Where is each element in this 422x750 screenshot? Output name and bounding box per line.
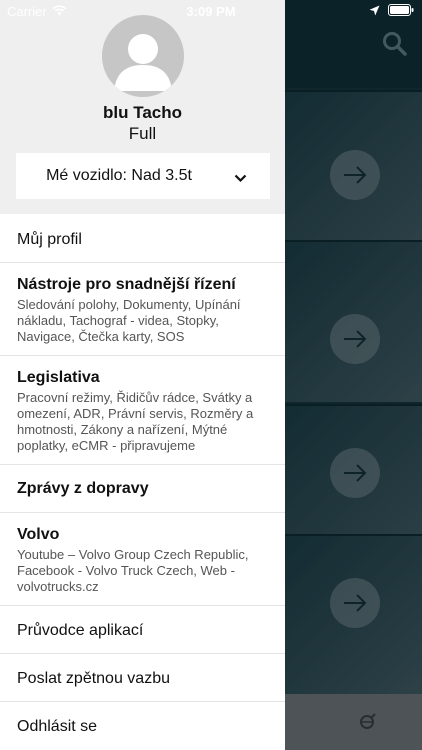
drawer-header: blu Tacho Full Mé vozidlo: Nad 3.5t (0, 0, 285, 214)
vehicle-select[interactable]: Mé vozidlo: Nad 3.5t (16, 153, 270, 199)
side-drawer: blu Tacho Full Mé vozidlo: Nad 3.5t Můj … (0, 0, 285, 750)
drawer-menu: Můj profil Nástroje pro snadnější řízení… (0, 214, 285, 750)
location-arrow-icon (369, 4, 380, 19)
menu-item-feedback[interactable]: Poslat zpětnou vazbu (0, 654, 285, 702)
menu-item-description: Youtube – Volvo Group Czech Republic, Fa… (17, 547, 249, 594)
menu-item-title: Legislativa (17, 369, 100, 386)
menu-item-description: Sledování polohy, Dokumenty, Upínání nák… (17, 297, 241, 344)
menu-item-label: Odhlásit se (17, 718, 98, 735)
menu-item-legislation[interactable]: Legislativa Pracovní režimy, Řidičův rád… (0, 356, 285, 465)
menu-item-logout[interactable]: Odhlásit se (0, 702, 285, 750)
app-screen: cci (0, 0, 422, 750)
avatar[interactable] (102, 15, 184, 97)
menu-item-profile[interactable]: Můj profil (0, 214, 285, 263)
menu-item-news[interactable]: Zprávy z dopravy (0, 465, 285, 513)
battery-icon (388, 4, 414, 19)
status-bar: Carrier 3:09 PM (0, 0, 422, 22)
menu-item-guide[interactable]: Průvodce aplikací (0, 606, 285, 654)
menu-item-label: Průvodce aplikací (17, 622, 144, 639)
menu-item-label: Poslat zpětnou vazbu (17, 670, 170, 687)
user-plan: Full (128, 124, 157, 143)
drawer-scrim[interactable] (285, 0, 422, 750)
user-silhouette-icon (114, 34, 172, 91)
status-time: 3:09 PM (186, 4, 236, 19)
user-name: blu Tacho (102, 103, 182, 122)
menu-item-title: Nástroje pro snadnější řízení (17, 276, 236, 293)
menu-item-description: Pracovní režimy, Řidičův rádce, Svátky a… (17, 390, 254, 453)
vehicle-select-label: Mé vozidlo: Nad 3.5t (46, 167, 192, 184)
status-right (369, 4, 414, 19)
menu-item-volvo[interactable]: Volvo Youtube – Volvo Group Czech Republ… (0, 513, 285, 606)
menu-item-label: Zprávy z dopravy (17, 480, 149, 497)
menu-item-tools[interactable]: Nástroje pro snadnější řízení Sledování … (0, 263, 285, 356)
menu-item-label: Můj profil (17, 231, 82, 248)
chevron-down-icon (234, 170, 247, 188)
menu-item-title: Volvo (17, 526, 60, 543)
